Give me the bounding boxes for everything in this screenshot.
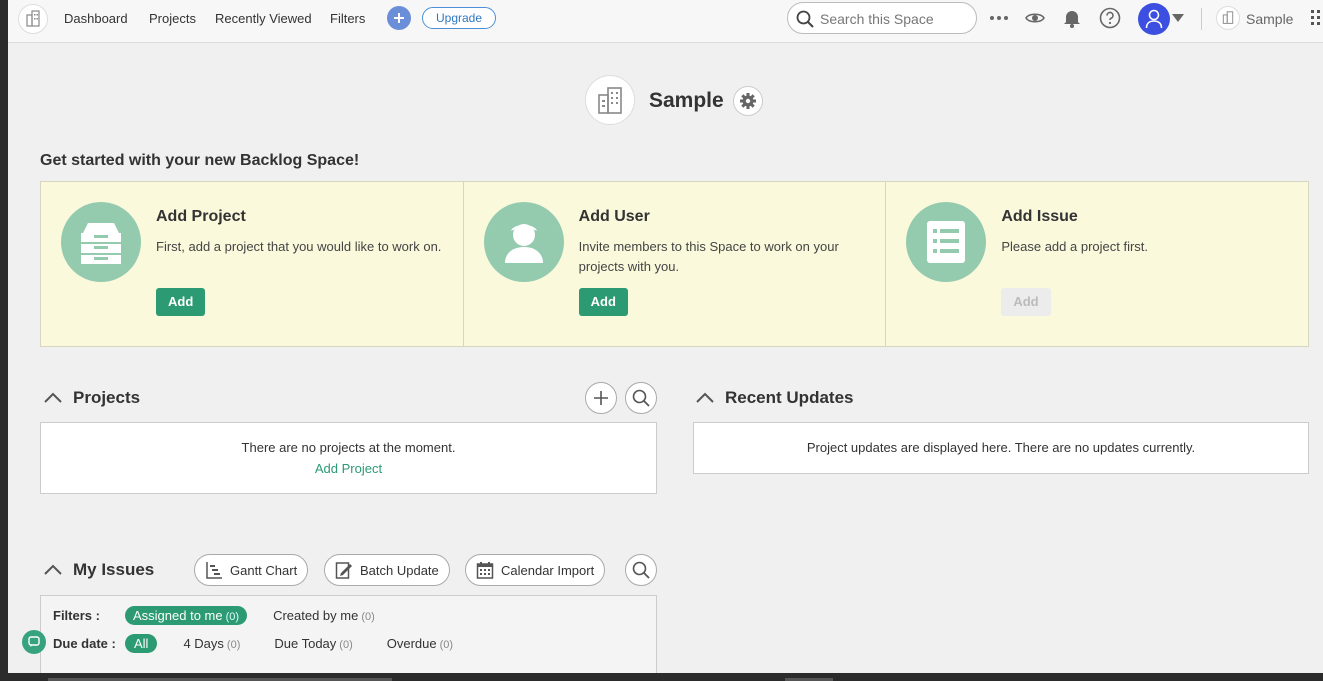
filter-label: Assigned to me — [133, 608, 223, 623]
button-label: Gantt Chart — [230, 562, 298, 578]
user-icon — [1145, 9, 1163, 29]
due-today[interactable]: Due Today (0) — [266, 634, 360, 653]
chevron-up-icon — [44, 392, 62, 403]
section-title: My Issues — [73, 560, 155, 579]
chevron-up-icon — [44, 564, 62, 575]
button-label: Batch Update — [360, 562, 439, 578]
add-issue-button: Add — [1001, 288, 1051, 316]
filter-label: 4 Days — [183, 636, 224, 651]
calendar-icon — [476, 562, 494, 579]
help-icon[interactable] — [1098, 6, 1122, 30]
add-project-button[interactable]: Add — [156, 288, 206, 316]
chat-icon — [28, 636, 40, 647]
nav-filters[interactable]: Filters — [330, 11, 365, 26]
create-plus-button[interactable] — [387, 6, 411, 30]
user-avatar[interactable] — [1138, 3, 1170, 35]
search-box[interactable] — [787, 2, 977, 34]
button-label: Calendar Import — [501, 562, 595, 578]
plus-icon — [594, 391, 608, 405]
section-title: Projects — [73, 388, 141, 407]
section-title: Recent Updates — [725, 388, 854, 407]
batch-update-button[interactable]: Batch Update — [324, 554, 450, 586]
due-overdue[interactable]: Overdue (0) — [379, 634, 461, 653]
filter-count: (0) — [439, 639, 454, 651]
filter-label: Due Today — [274, 636, 337, 651]
space-switcher-name[interactable]: Sample — [1246, 11, 1293, 27]
card-add-user: Add User Invite members to this Space to… — [464, 182, 887, 346]
recent-updates-panel: Project updates are displayed here. Ther… — [693, 422, 1309, 474]
filter-count: (0) — [226, 639, 241, 651]
filters-row: Filters : Assigned to me (0) Created by m… — [53, 606, 401, 625]
top-nav-bar: Dashboard Projects Recently Viewed Filte… — [8, 0, 1323, 43]
add-user-button[interactable]: Add — [578, 288, 628, 316]
chevron-up-icon — [696, 392, 714, 403]
taskbar — [0, 673, 1323, 681]
add-project-link[interactable]: Add Project — [41, 461, 656, 476]
search-input[interactable] — [820, 9, 970, 29]
get-started-heading: Get started with your new Backlog Space! — [40, 152, 360, 169]
user-icon — [483, 202, 564, 282]
more-icon[interactable] — [987, 6, 1011, 30]
chat-support-button[interactable] — [22, 630, 46, 654]
filter-created-by-me[interactable]: Created by me (0) — [265, 606, 383, 625]
due-date-label: Due date : — [53, 636, 116, 651]
search-icon — [796, 10, 814, 28]
app-window: Dashboard Projects Recently Viewed Filte… — [8, 0, 1323, 673]
calendar-import-button[interactable]: Calendar Import — [465, 554, 606, 586]
watch-eye-icon[interactable] — [1023, 6, 1047, 30]
filters-label: Filters : — [53, 608, 100, 623]
gear-icon — [740, 93, 756, 109]
gantt-chart-icon — [206, 562, 222, 579]
search-icon — [632, 561, 650, 579]
card-description: Please add a project first. — [1001, 239, 1149, 254]
space-switcher-icon[interactable] — [1216, 6, 1240, 30]
search-icon — [632, 389, 650, 407]
archive-box-icon — [61, 202, 141, 282]
chevron-down-icon[interactable] — [1171, 6, 1185, 30]
due-4-days[interactable]: 4 Days (0) — [175, 634, 248, 653]
search-projects-button[interactable] — [625, 382, 657, 414]
divider — [1201, 8, 1202, 30]
nav-projects[interactable]: Projects — [149, 11, 196, 26]
projects-panel: There are no projects at the moment. Add… — [40, 422, 657, 494]
filter-label: Created by me — [273, 608, 359, 623]
filter-count: (0) — [225, 611, 240, 623]
issue-filters-panel: Filters : Assigned to me (0) Created by m… — [40, 595, 657, 673]
space-building-icon — [585, 75, 635, 125]
nav-recently-viewed[interactable]: Recently Viewed — [215, 11, 312, 26]
search-issues-button[interactable] — [625, 554, 657, 586]
card-title: Add Project — [156, 208, 246, 225]
app-grid-icon[interactable] — [1310, 6, 1322, 30]
nav-dashboard[interactable]: Dashboard — [64, 11, 128, 26]
list-icon — [906, 202, 987, 282]
recent-updates-section-header[interactable]: Recent Updates — [695, 388, 853, 408]
filter-count: (0) — [339, 639, 353, 651]
card-description: Invite members to this Space to work on … — [578, 239, 839, 274]
filter-label: Overdue — [386, 636, 437, 651]
card-title: Add Issue — [1001, 208, 1078, 225]
edit-document-icon — [335, 562, 352, 579]
my-issues-section-header[interactable]: My Issues — [43, 560, 154, 580]
projects-empty-text: There are no projects at the moment. — [241, 440, 456, 455]
card-description: First, add a project that you would like… — [156, 239, 442, 254]
filter-label: All — [134, 636, 149, 651]
recent-updates-empty-text: Project updates are displayed here. Ther… — [806, 440, 1196, 455]
card-add-project: Add Project First, add a project that yo… — [41, 182, 464, 346]
add-project-plus-button[interactable] — [585, 382, 617, 414]
card-add-issue: Add Issue Please add a project first. Ad… — [886, 182, 1308, 346]
filter-count: (0) — [361, 611, 375, 623]
due-all[interactable]: All — [125, 634, 158, 653]
gantt-chart-button[interactable]: Gantt Chart — [194, 554, 309, 586]
page-title: Sample — [649, 89, 724, 112]
plus-icon — [394, 13, 404, 23]
due-date-row: Due date : All 4 Days (0) Due Today (0) Ov… — [53, 634, 479, 653]
filter-assigned-to-me[interactable]: Assigned to me (0) — [125, 606, 248, 625]
space-logo-icon[interactable] — [18, 4, 48, 34]
projects-section-header[interactable]: Projects — [43, 388, 140, 408]
upgrade-button[interactable]: Upgrade — [422, 7, 496, 29]
space-settings-button[interactable] — [733, 86, 763, 116]
bell-icon[interactable] — [1060, 6, 1084, 30]
card-title: Add User — [578, 208, 650, 225]
get-started-cards: Add Project First, add a project that yo… — [40, 181, 1309, 347]
